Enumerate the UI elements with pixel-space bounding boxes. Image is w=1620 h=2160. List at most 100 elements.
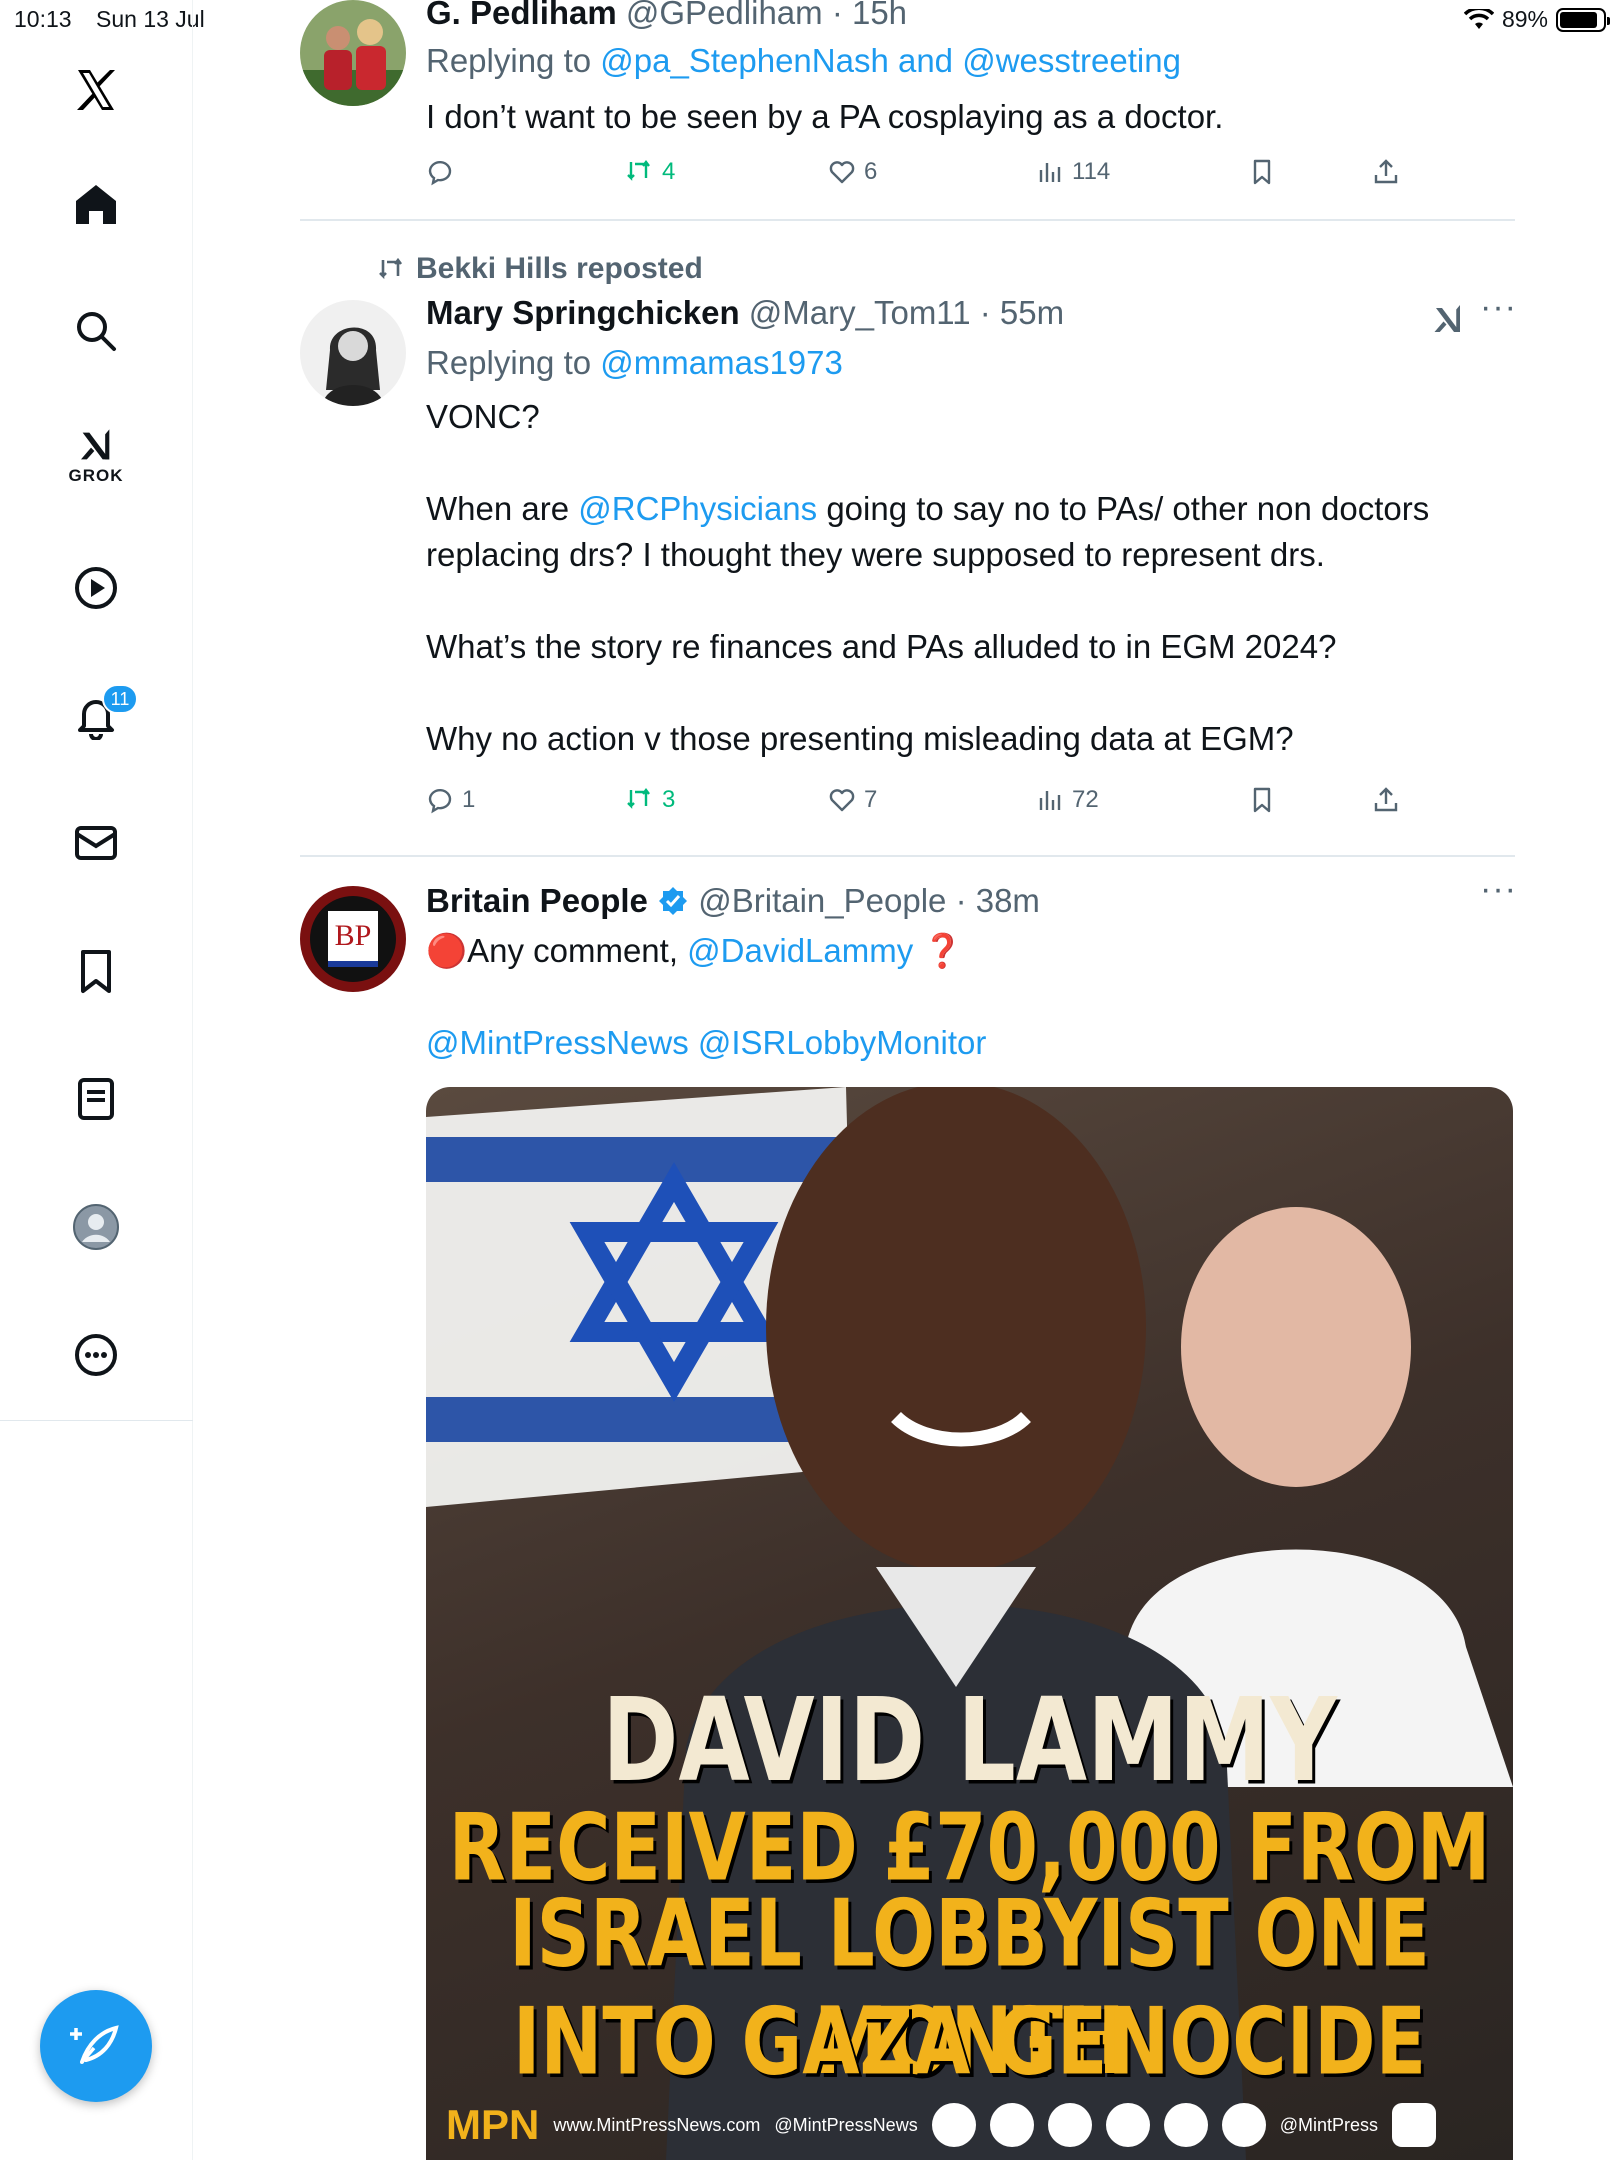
social-icon <box>1163 2103 1208 2147</box>
like-button[interactable]: 7 <box>828 786 877 814</box>
reply-button[interactable] <box>426 158 462 186</box>
bookmark-button[interactable] <box>1248 158 1276 186</box>
repost-icon <box>627 160 650 181</box>
reply-button[interactable]: 1 <box>426 786 475 814</box>
social-icon <box>989 2103 1034 2147</box>
mintpress-logo: MPN <box>446 2101 540 2148</box>
bookmark-icon <box>81 950 111 993</box>
tweet-text: 🔴Any comment, @DavidLammy ❓ @MintPressNe… <box>426 928 1515 1066</box>
social-icon <box>1047 2103 1092 2147</box>
nav-bookmarks[interactable] <box>60 935 132 1007</box>
repost-context: Bekki Hills reposted <box>376 248 703 290</box>
mention-link[interactable]: @DavidLammy <box>687 932 913 969</box>
profile-avatar-icon <box>73 1204 119 1250</box>
grok-icon <box>81 429 110 460</box>
tweet-image[interactable]: DAVID LAMMY RECEIVED £70,000 FROM ISRAEL… <box>426 1087 1513 2160</box>
image-headline-line: INTO GAZA GENOCIDE <box>512 1988 1427 2096</box>
mention-link[interactable]: @RCPhysicians <box>578 490 817 527</box>
compose-feather-icon <box>70 2025 119 2064</box>
image-footer: MPN www.MintPressNews.com @MintPressNews… <box>426 2090 1513 2160</box>
repost-icon <box>627 788 650 809</box>
mentions-line[interactable]: @MintPressNews @ISRLobbyMonitor <box>426 1020 1515 1066</box>
grok-label: GROK <box>68 466 124 485</box>
image-handle: @MintPress <box>1279 2114 1378 2135</box>
repost-icon <box>379 257 403 280</box>
tweet-divider <box>300 855 1515 857</box>
bookmark-icon <box>1253 787 1271 813</box>
mail-icon <box>75 826 117 860</box>
reply-icon <box>428 788 452 814</box>
tweet[interactable]: G. Pedliham @GPedliham · 15h Replying to… <box>300 0 1515 210</box>
views-button[interactable]: 114 <box>1036 158 1110 186</box>
notification-badge: 11 <box>102 684 138 714</box>
tweet-header: Mary Springchicken @Mary_Tom11 · 55m <box>426 292 1515 334</box>
share-button[interactable] <box>1372 786 1400 814</box>
tweet-header: G. Pedliham @GPedliham · 15h <box>426 0 1515 34</box>
x-logo-icon <box>77 70 115 110</box>
nav-notifications[interactable]: 11 <box>60 680 138 752</box>
more-options-icon[interactable]: ··· <box>1480 288 1517 327</box>
author-name[interactable]: Britain People <box>426 882 648 919</box>
more-options-icon[interactable]: ··· <box>1480 870 1517 909</box>
x-logo[interactable] <box>60 54 132 126</box>
verified-badge-icon <box>659 887 688 915</box>
social-icon <box>1221 2103 1266 2147</box>
reply-icon <box>428 160 452 186</box>
repost-button[interactable]: 4 <box>626 158 675 186</box>
sidebar-divider <box>0 1420 193 1421</box>
replying-to-link[interactable]: @mmamas1973 <box>600 344 843 381</box>
social-icon <box>931 2103 976 2147</box>
list-icon <box>78 1078 114 1120</box>
author-handle[interactable]: @Mary_Tom11 <box>749 294 971 331</box>
tweet-text: I don’t want to be seen by a PA cosplayi… <box>426 98 1224 135</box>
battery-icon <box>1556 7 1610 32</box>
tweet-time[interactable]: · 38m <box>956 882 1040 919</box>
nav-search[interactable] <box>60 295 132 367</box>
social-icon <box>1105 2103 1150 2147</box>
nav-profile[interactable] <box>60 1191 132 1263</box>
author-handle[interactable]: @GPedliham <box>626 0 823 31</box>
search-icon <box>77 312 116 351</box>
nav-lists[interactable] <box>60 1063 132 1135</box>
author-name[interactable]: Mary Springchicken <box>426 294 740 331</box>
replying-to: Replying to @pa_StephenNash and @wesstre… <box>426 42 1181 79</box>
tweet-actions: 4 6 114 <box>426 158 1398 198</box>
share-button[interactable] <box>1372 158 1400 186</box>
avatar-photo <box>300 300 406 406</box>
avatar-photo <box>300 0 406 106</box>
author-name[interactable]: G. Pedliham <box>426 0 617 31</box>
tweet-actions: 1 3 7 72 <box>426 786 1398 826</box>
avatar[interactable] <box>300 0 406 106</box>
grok-icon[interactable] <box>1428 302 1468 338</box>
avatar[interactable] <box>300 300 406 406</box>
heart-icon <box>829 789 855 812</box>
views-icon <box>1039 163 1061 182</box>
play-icon <box>75 567 117 609</box>
avatar-logo: BP <box>328 911 378 967</box>
avatar[interactable]: BP <box>300 886 406 992</box>
compose-button[interactable] <box>40 1990 152 2102</box>
repost-button[interactable]: 3 <box>626 786 675 814</box>
tweet-time[interactable]: · 55m <box>980 294 1064 331</box>
image-handle: @MintPressNews <box>774 2114 918 2135</box>
views-button[interactable]: 72 <box>1036 786 1099 814</box>
tweet[interactable]: Bekki Hills reposted Mary Springchicken … <box>300 248 1517 848</box>
replying-to-link[interactable]: @pa_StephenNash and @wesstreeting <box>600 42 1181 79</box>
bookmark-icon <box>1253 159 1271 185</box>
nav-home[interactable] <box>60 168 132 240</box>
image-site: www.MintPressNews.com <box>553 2114 761 2135</box>
author-handle[interactable]: @Britain_People <box>698 882 946 919</box>
nav-more[interactable] <box>60 1319 132 1391</box>
views-icon <box>1039 791 1061 810</box>
nav-video[interactable] <box>60 552 132 624</box>
like-button[interactable]: 6 <box>828 158 877 186</box>
share-icon <box>1374 159 1398 184</box>
bookmark-button[interactable] <box>1248 786 1276 814</box>
home-icon <box>76 185 116 224</box>
tweet-time[interactable]: · 15h <box>832 0 907 31</box>
nav-messages[interactable] <box>60 807 132 879</box>
nav-grok[interactable]: GROK <box>60 420 132 492</box>
share-icon <box>1374 787 1398 812</box>
tweet-divider <box>300 219 1515 221</box>
sidebar: GROK 11 <box>0 0 193 2160</box>
